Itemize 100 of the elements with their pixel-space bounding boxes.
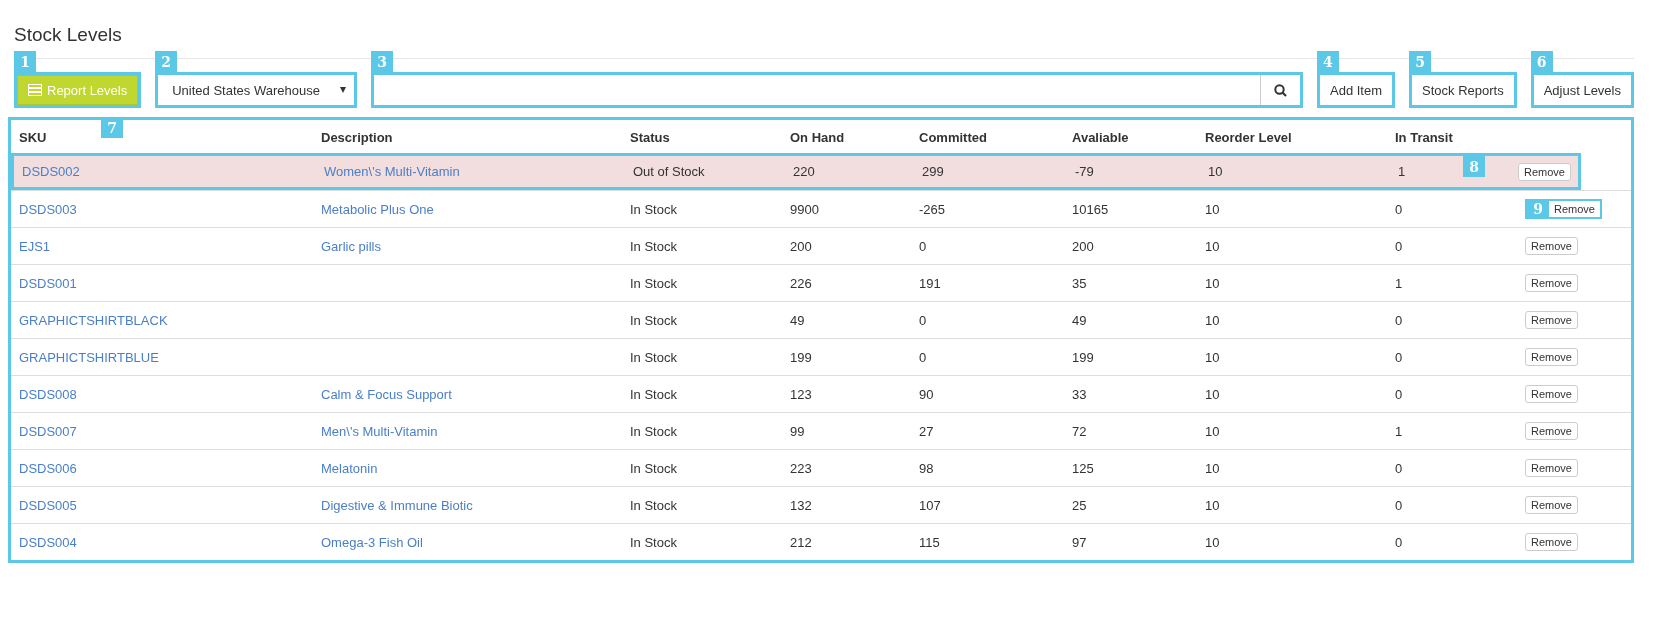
table-cell-text: 27 [918,423,934,439]
table-cell-text: 10 [1204,201,1220,217]
table-cell-text: 10165 [1071,201,1109,217]
column-header: Status [629,129,670,145]
remove-button[interactable]: Remove [1525,459,1578,477]
table-cell-text: 200 [789,238,812,254]
column-header: Avaliable [1071,129,1129,145]
table-cell-text: 90 [918,386,934,402]
description-link[interactable]: Omega-3 Fish Oil [321,534,423,550]
table-cell-text: 0 [1394,497,1403,513]
remove-button[interactable]: Remove [1525,274,1578,292]
table-cell-text: 49 [789,312,805,328]
column-header: On Hand [789,129,845,145]
sku-link[interactable]: DSDS002 [14,164,80,179]
table-cell-text: In Stock [629,201,677,217]
sku-link[interactable]: GRAPHICTSHIRTBLACK [11,312,168,328]
remove-button[interactable]: Remove [1525,422,1578,440]
table-cell-text: -79 [1074,164,1094,179]
table-cell-text: -265 [918,201,946,217]
table-cell-text: 199 [1071,349,1094,365]
sku-link[interactable]: EJS1 [11,238,51,254]
table-cell-text: In Stock [629,460,677,476]
table-cell-text: 25 [1071,497,1087,513]
remove-button[interactable]: Remove [1525,385,1578,403]
callout-number: 5 [1409,51,1431,72]
list-icon [28,84,42,96]
sku-link[interactable]: DSDS008 [11,386,77,402]
table-cell-text: In Stock [629,349,677,365]
callout-number: 6 [1530,51,1553,72]
caret-icon [340,87,347,93]
table-cell-text: 97 [1071,534,1087,550]
table-cell-text: 191 [918,275,941,291]
table-cell-text: 10 [1204,460,1220,476]
description-link[interactable]: Metabolic Plus One [321,201,434,217]
table-cell-text: 1 [1394,275,1403,291]
table-cell-text: In Stock [629,534,677,550]
remove-button[interactable]: Remove [1525,237,1578,255]
table-cell-text: 10 [1207,164,1223,179]
warehouse-select[interactable]: United States Warehouse [158,75,355,105]
sku-link[interactable]: GRAPHICTSHIRTBLUE [11,349,159,365]
description-link[interactable]: Digestive & Immune Biotic [321,497,473,513]
description-link[interactable]: Calm & Focus Support [321,386,452,402]
callout-number: 3 [371,51,394,72]
table-cell-text: 0 [1394,312,1403,328]
callout-number: 8 [1463,156,1485,177]
table-cell-text: 0 [1394,386,1403,402]
description-link[interactable]: Women\'s Multi-Vitamin [324,164,460,179]
table-cell-text: 0 [918,312,927,328]
callout-number: 9 [1527,201,1549,217]
remove-button[interactable]: Remove [1525,496,1578,514]
remove-button[interactable]: Remove [1518,162,1571,181]
table-cell-text: In Stock [629,423,677,439]
table-cell-text: 123 [789,386,812,402]
table-cell-text: 0 [1394,534,1403,550]
table-cell-text: 0 [1394,460,1403,476]
callout-number: 7 [101,117,123,138]
description-link[interactable]: Men\'s Multi-Vitamin [321,423,438,439]
table-cell-text: 49 [1071,312,1087,328]
table-cell-text: 33 [1071,386,1087,402]
table-cell-text: 0 [918,349,927,365]
table-cell-text: 98 [918,460,934,476]
table-cell-text: In Stock [629,275,677,291]
table-cell-text: 10 [1204,497,1220,513]
table-cell-text: 10 [1204,534,1220,550]
table-cell-text: 132 [789,497,812,513]
table-cell-text: 125 [1071,460,1094,476]
table-cell-text: 10 [1204,275,1220,291]
table-cell-text: 72 [1071,423,1087,439]
column-header: Reorder Level [1204,129,1292,145]
sku-link[interactable]: DSDS004 [11,534,77,550]
page-title: Stock Levels [14,24,123,46]
table-cell-text: 99 [789,423,805,439]
table-cell-text: 220 [792,164,815,179]
description-link[interactable]: Melatonin [321,460,378,476]
table-cell-text: 9900 [789,201,819,217]
column-header: SKU [18,129,47,145]
sku-link[interactable]: DSDS001 [11,275,77,291]
table-cell-text: 299 [921,164,944,179]
table-cell-text: 199 [789,349,812,365]
table-cell-text: 10 [1204,312,1220,328]
search-icon [1274,83,1287,97]
remove-button[interactable]: Remove [1525,311,1578,329]
remove-button[interactable]: Remove [1525,348,1578,366]
table-cell-text: 10 [1204,386,1220,402]
callout-number: 4 [1317,51,1339,72]
table-cell-text: In Stock [629,312,677,328]
table-cell-text: 10 [1204,238,1220,254]
remove-button[interactable]: Remove [1525,533,1578,551]
sku-link[interactable]: DSDS005 [11,497,77,513]
table-cell-text: 0 [1394,238,1403,254]
table-cell-text: In Stock [629,497,677,513]
callout-number: 1 [14,51,36,72]
sku-link[interactable]: DSDS007 [11,423,77,439]
table-cell-text: 1 [1397,164,1406,179]
sku-link[interactable]: DSDS006 [11,460,77,476]
description-link[interactable]: Garlic pills [321,238,381,254]
table-cell-text: In Stock [629,386,677,402]
table-cell-text: 0 [1394,201,1403,217]
sku-link[interactable]: DSDS003 [11,201,77,217]
table-cell-text: 200 [1071,238,1094,254]
